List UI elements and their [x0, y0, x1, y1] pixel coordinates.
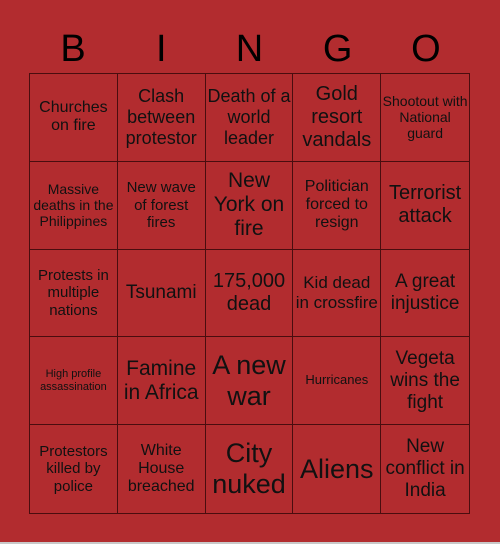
bingo-cell[interactable]: Churches on fire [30, 74, 118, 162]
bingo-cell[interactable]: Death of a world leader [205, 74, 294, 162]
bingo-cell[interactable]: A great injustice [381, 250, 469, 338]
bingo-cell[interactable]: White House breached [118, 425, 206, 513]
bingo-cell[interactable]: Hurricanes [293, 337, 382, 426]
bingo-cell[interactable]: A new war [205, 337, 294, 426]
bingo-cell[interactable]: Politician forced to resign [293, 161, 382, 250]
bingo-cell[interactable]: Kid dead in crossfire [293, 249, 382, 338]
bingo-cell[interactable]: New wave of forest fires [117, 161, 206, 250]
bingo-grid: Churches on fire Clash between protestor… [29, 73, 470, 514]
header-letter-i: I [156, 28, 167, 70]
bingo-cell[interactable]: City nuked [206, 425, 294, 513]
header-letter-b: B [60, 28, 86, 70]
header-letter-o: O [411, 28, 441, 70]
bingo-cell[interactable]: Terrorist attack [381, 162, 469, 250]
header-letter-n: N [235, 28, 264, 70]
bingo-cell[interactable]: Famine in Africa [117, 337, 206, 426]
bingo-cell[interactable]: Vegeta wins the fight [381, 337, 469, 426]
bingo-cell[interactable]: Protestors killed by police [30, 425, 118, 513]
bingo-cell[interactable]: New conflict in India [381, 425, 469, 513]
bingo-cell[interactable]: Clash between protestor [117, 74, 206, 162]
bingo-cell[interactable]: 175,000 dead [205, 249, 294, 338]
bingo-cell[interactable]: Aliens [293, 425, 382, 513]
bingo-cell[interactable]: Gold resort vandals [293, 74, 382, 162]
bingo-cell[interactable]: New York on fire [205, 161, 294, 250]
bingo-cell[interactable]: Tsunami [117, 249, 206, 338]
bingo-cell[interactable]: Shootout with National guard [381, 74, 469, 162]
bingo-header: B I N G O [29, 28, 470, 70]
bingo-cell[interactable]: High profile assassination [30, 337, 118, 426]
bingo-cell[interactable]: Protests in multiple nations [30, 249, 118, 338]
header-letter-g: G [322, 28, 353, 70]
bingo-cell[interactable]: Massive deaths in the Philippines [30, 161, 118, 250]
